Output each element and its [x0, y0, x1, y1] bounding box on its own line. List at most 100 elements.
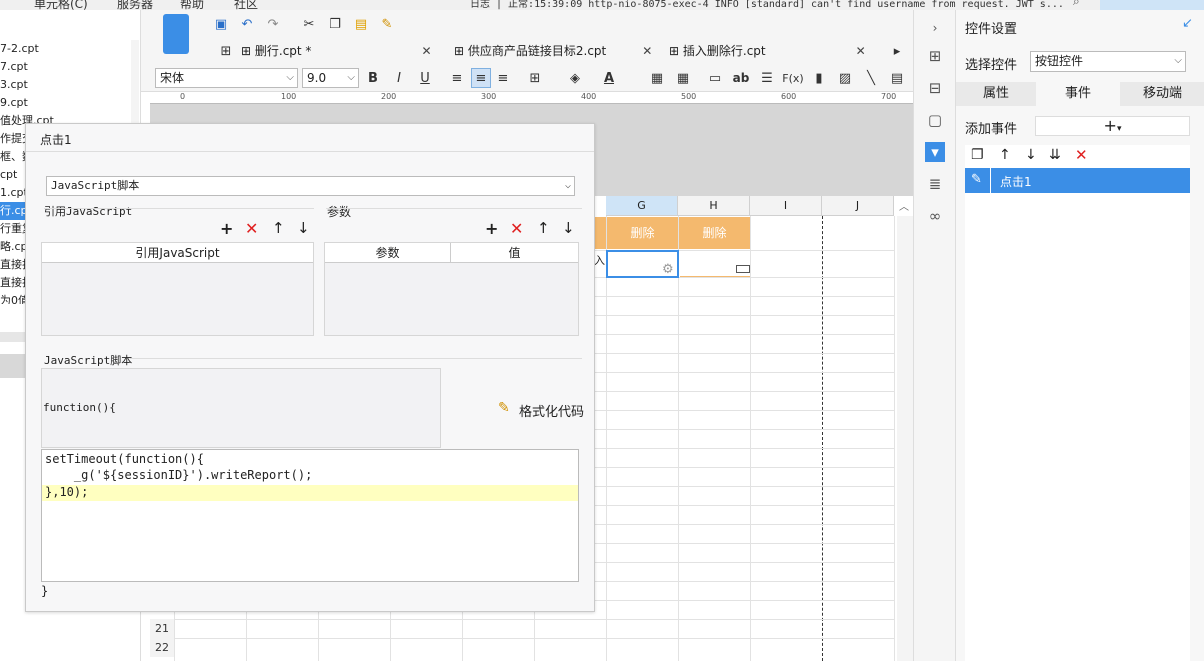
event-item-label: 点击1 — [1000, 175, 1032, 189]
divider — [26, 151, 594, 152]
split-icon[interactable]: ▦ — [673, 68, 693, 88]
script-type-select[interactable]: JavaScript脚本 ⌵ — [46, 176, 575, 196]
code-editor[interactable]: setTimeout(function(){ _g('${sessionID}'… — [41, 449, 579, 582]
align-left-icon[interactable]: ≡ — [447, 68, 467, 88]
undo-icon[interactable]: ↶ — [237, 14, 257, 34]
column-header-i[interactable]: I — [750, 196, 822, 216]
template-icon[interactable] — [163, 14, 189, 54]
link-icon[interactable]: ∞ — [925, 206, 945, 226]
font-color-icon[interactable]: A — [599, 68, 619, 88]
row-number[interactable]: 22 — [150, 638, 174, 657]
delete-cell-g[interactable]: 删除 — [607, 217, 678, 249]
font-select[interactable]: 宋体 ⌵ — [155, 68, 298, 88]
align-right-icon[interactable]: ≡ — [493, 68, 513, 88]
remove-ref-icon[interactable]: ✕ — [245, 219, 258, 238]
copy-event-icon[interactable]: ❐ — [971, 147, 984, 163]
italic-button[interactable]: I — [389, 68, 409, 88]
chart-icon[interactable]: ▮ — [809, 68, 829, 88]
slash-icon[interactable]: ╲ — [861, 68, 881, 88]
menu-server[interactable]: 服务器 — [117, 0, 153, 10]
param-table[interactable]: 参数 值 — [324, 242, 579, 336]
sub-report-icon[interactable]: ▤ — [887, 68, 907, 88]
format-painter-icon[interactable]: ✎ — [377, 14, 397, 34]
paste-icon[interactable]: ▤ — [351, 14, 371, 34]
add-ref-icon[interactable]: + — [220, 219, 233, 238]
sheet-scrollbar[interactable] — [897, 216, 913, 661]
value-col-header: 值 — [451, 243, 578, 263]
delete-cell-h[interactable]: 删除 — [679, 217, 750, 249]
tree-item-selected[interactable]: 行.cpt — [0, 202, 32, 220]
tree-item[interactable]: 3.cpt — [0, 76, 28, 94]
frame-icon[interactable]: ▢ — [925, 110, 945, 130]
broom-icon[interactable]: ✎ — [498, 400, 510, 416]
tree-item[interactable]: 1.cpt — [0, 184, 28, 202]
column-header-g[interactable]: G — [606, 196, 678, 216]
merge-icon[interactable]: ▦ — [647, 68, 667, 88]
delete-event-icon[interactable]: ✕ — [1075, 146, 1088, 164]
sort-icon[interactable]: ⇊ — [1049, 147, 1061, 163]
copy-icon[interactable]: ❐ — [325, 14, 345, 34]
condition-icon[interactable]: ⊟ — [925, 78, 945, 98]
cut-icon[interactable]: ✂ — [299, 14, 319, 34]
widget-settings-icon[interactable]: ▾ — [925, 142, 945, 162]
element-icon[interactable]: ≣ — [925, 174, 945, 194]
column-header-h[interactable]: H — [678, 196, 750, 216]
user-button[interactable] — [1100, 0, 1204, 10]
list-icon[interactable]: ☰ — [757, 68, 777, 88]
collapse-arrow-icon[interactable]: › — [925, 18, 945, 38]
font-size-select[interactable]: 9.0 ⌵ — [302, 68, 359, 88]
tree-item[interactable]: 7.cpt — [0, 58, 28, 76]
collapse-panel-icon[interactable]: ↙ — [1182, 16, 1193, 31]
bold-button[interactable]: B — [363, 68, 383, 88]
tab-delete-row[interactable]: ⊞ 删行.cpt * ✕ — [241, 40, 432, 62]
tab-mobile[interactable]: 移动端 — [1120, 82, 1204, 106]
menu-community[interactable]: 社区 — [234, 0, 258, 10]
tab-insert-delete[interactable]: ⊞ 插入删除行.cpt ✕ — [669, 40, 866, 62]
widget-select[interactable]: 按钮控件 ⌵ — [1030, 51, 1186, 72]
divider — [130, 358, 582, 359]
widget-icon[interactable]: ▭ — [705, 68, 725, 88]
move-up-icon[interactable]: ↑ — [999, 147, 1011, 163]
grid-icon[interactable]: ⊞ — [216, 41, 236, 61]
ref-up-icon[interactable]: ↑ — [272, 219, 285, 237]
tab-properties[interactable]: 属性 — [956, 82, 1036, 106]
param-up-icon[interactable]: ↑ — [537, 219, 550, 237]
column-header-j[interactable]: J — [822, 196, 894, 216]
tree-item[interactable]: 9.cpt — [0, 94, 28, 112]
redo-icon[interactable]: ↷ — [263, 14, 283, 34]
add-param-icon[interactable]: + — [485, 219, 498, 238]
row-number[interactable]: 21 — [150, 619, 174, 638]
remove-param-icon[interactable]: ✕ — [510, 219, 523, 238]
move-down-icon[interactable]: ↓ — [1025, 147, 1037, 163]
cell-attr-icon[interactable]: ⊞ — [925, 46, 945, 66]
scroll-up-icon[interactable]: ︿ — [897, 198, 911, 213]
tab-menu-icon[interactable]: ▸ — [887, 41, 907, 61]
menu-cell[interactable]: 单元格(C) — [34, 0, 88, 10]
param-down-icon[interactable]: ↓ — [562, 219, 575, 237]
image-icon[interactable]: ▨ — [835, 68, 855, 88]
ref-down-icon[interactable]: ↓ — [297, 219, 310, 237]
border-icon[interactable]: ⊞ — [525, 68, 545, 88]
tab-close-icon[interactable]: ✕ — [642, 44, 652, 58]
tab-supplier[interactable]: ⊞ 供应商产品链接目标2.cpt ✕ — [454, 40, 652, 62]
formula-icon[interactable]: F(x) — [782, 68, 803, 88]
event-item[interactable]: ✎ 点击1 — [965, 168, 1190, 193]
tree-item[interactable]: cpt — [0, 166, 17, 184]
format-code-button[interactable]: 格式化代码 — [519, 401, 584, 420]
fill-color-icon[interactable]: ◈ — [565, 68, 585, 88]
edit-event-icon[interactable]: ✎ — [971, 172, 982, 187]
add-event-button[interactable]: +▾ — [1035, 116, 1190, 136]
tab-events[interactable]: 事件 — [1037, 82, 1119, 106]
tab-icon: ⊞ — [454, 44, 468, 58]
menu-help[interactable]: 帮助 — [180, 0, 204, 10]
cell-widget-icon — [736, 265, 750, 273]
search-icon[interactable]: ⌕ — [1073, 0, 1080, 9]
text-icon[interactable]: ab — [731, 68, 751, 88]
tab-close-icon[interactable]: ✕ — [856, 44, 866, 58]
underline-button[interactable]: U — [415, 68, 435, 88]
tab-close-icon[interactable]: ✕ — [421, 44, 431, 58]
align-center-icon[interactable]: ≡ — [471, 68, 491, 88]
tree-item[interactable]: 7-2.cpt — [0, 40, 39, 58]
save-icon[interactable]: ▣ — [211, 14, 231, 34]
ref-js-table[interactable]: 引用JavaScript — [41, 242, 314, 336]
